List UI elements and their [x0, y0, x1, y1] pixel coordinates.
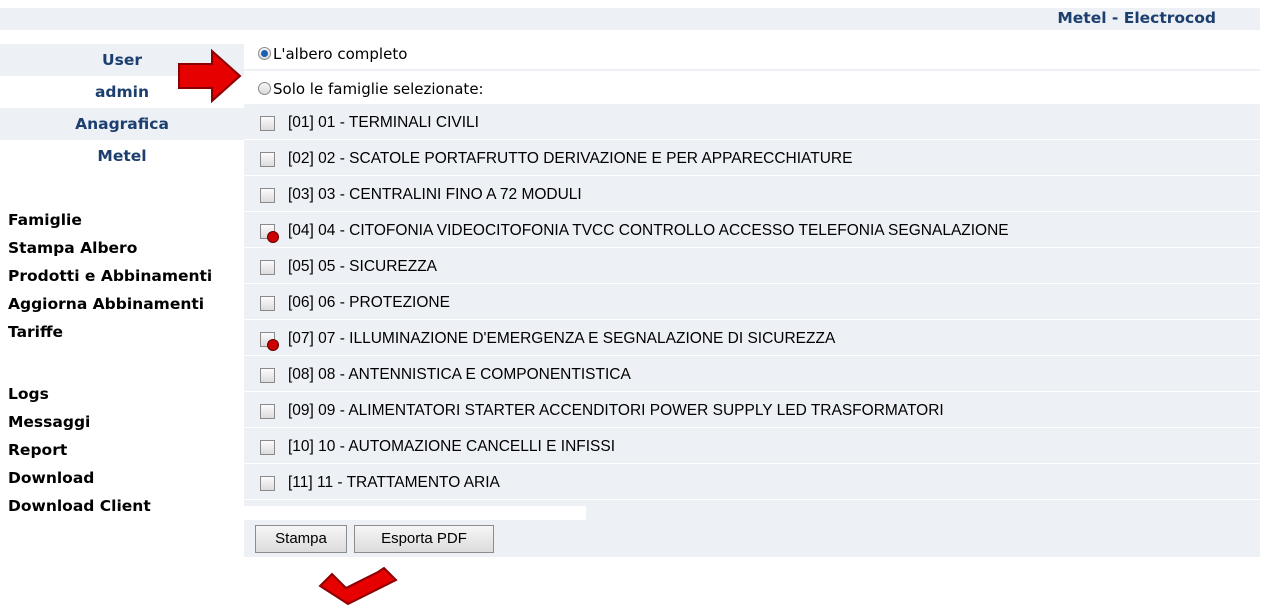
family-row[interactable]: [03] 03 - CENTRALINI FINO A 72 MODULI — [244, 178, 1260, 212]
sidebar-section-metel[interactable]: Metel — [0, 140, 244, 172]
option-full-tree-label: L'albero completo — [273, 45, 408, 63]
family-checkbox[interactable] — [260, 368, 275, 383]
option-full-tree[interactable]: L'albero completo — [244, 36, 1260, 70]
family-label: [01] 01 - TERMINALI CIVILI — [288, 114, 479, 131]
sidebar-section-anagrafica[interactable]: Anagrafica — [0, 108, 244, 140]
family-checkbox[interactable] — [260, 152, 275, 167]
family-label: [06] 06 - PROTEZIONE — [288, 294, 450, 311]
spacer — [244, 506, 586, 520]
sidebar-item-download-client[interactable]: Download Client — [0, 492, 244, 520]
sidebar-item-logs[interactable]: Logs — [0, 380, 244, 408]
sidebar-item-download[interactable]: Download — [0, 464, 244, 492]
family-checkbox[interactable] — [260, 476, 275, 491]
family-checkbox[interactable] — [260, 260, 275, 275]
radio-selected-only[interactable] — [258, 82, 271, 95]
option-selected-only-label: Solo le famiglie selezionate: — [273, 80, 484, 98]
family-row[interactable]: [06] 06 - PROTEZIONE — [244, 286, 1260, 320]
family-label: [04] 04 - CITOFONIA VIDEOCITOFONIA TVCC … — [288, 222, 1009, 239]
app-title: Metel - Electrocod — [1057, 9, 1216, 27]
family-label: [08] 08 - ANTENNISTICA E COMPONENTISTICA — [288, 366, 631, 383]
family-row[interactable]: [07] 07 - ILLUMINAZIONE D'EMERGENZA E SE… — [244, 322, 1260, 356]
family-row[interactable]: [05] 05 - SICUREZZA — [244, 250, 1260, 284]
family-checkbox[interactable] — [260, 224, 279, 243]
top-bar: Metel - Electrocod — [0, 0, 1276, 36]
family-label: [07] 07 - ILLUMINAZIONE D'EMERGENZA E SE… — [288, 330, 836, 347]
family-checkbox[interactable] — [260, 332, 279, 351]
family-checkbox[interactable] — [260, 404, 275, 419]
sidebar-item-aggiorna-abbinamenti[interactable]: Aggiorna Abbinamenti — [0, 290, 244, 318]
family-row[interactable]: [08] 08 - ANTENNISTICA E COMPONENTISTICA — [244, 358, 1260, 392]
annotation-arrow-right-icon — [178, 48, 242, 104]
family-row[interactable]: [11] 11 - TRATTAMENTO ARIA — [244, 466, 1260, 500]
family-checkbox[interactable] — [260, 296, 275, 311]
family-checkbox[interactable] — [260, 116, 275, 131]
sidebar-item-report[interactable]: Report — [0, 436, 244, 464]
export-pdf-button[interactable]: Esporta PDF — [354, 525, 494, 553]
sidebar: User admin Anagrafica Metel Famiglie Sta… — [0, 44, 244, 524]
family-label: [03] 03 - CENTRALINI FINO A 72 MODULI — [288, 186, 582, 203]
sidebar-item-stampa-albero[interactable]: Stampa Albero — [0, 234, 244, 262]
family-checkbox[interactable] — [260, 188, 275, 203]
family-label: [11] 11 - TRATTAMENTO ARIA — [288, 474, 500, 491]
family-checkbox[interactable] — [260, 440, 275, 455]
family-row[interactable]: [09] 09 - ALIMENTATORI STARTER ACCENDITO… — [244, 394, 1260, 428]
annotation-arrow-down-icon — [318, 566, 398, 606]
print-button[interactable]: Stampa — [255, 525, 347, 553]
family-label: [10] 10 - AUTOMAZIONE CANCELLI E INFISSI — [288, 438, 616, 455]
family-label: [02] 02 - SCATOLE PORTAFRUTTO DERIVAZION… — [288, 150, 853, 167]
sidebar-item-famiglie[interactable]: Famiglie — [0, 206, 244, 234]
family-label: [05] 05 - SICUREZZA — [288, 258, 438, 275]
family-row[interactable]: [04] 04 - CITOFONIA VIDEOCITOFONIA TVCC … — [244, 214, 1260, 248]
family-label: [09] 09 - ALIMENTATORI STARTER ACCENDITO… — [288, 402, 944, 419]
family-row[interactable]: [01] 01 - TERMINALI CIVILI — [244, 106, 1260, 140]
radio-full-tree[interactable] — [258, 47, 271, 60]
family-row[interactable]: [02] 02 - SCATOLE PORTAFRUTTO DERIVAZION… — [244, 142, 1260, 176]
sidebar-item-tariffe[interactable]: Tariffe — [0, 318, 244, 346]
sidebar-item-prodotti-abbinamenti[interactable]: Prodotti e Abbinamenti — [0, 262, 244, 290]
option-selected-only[interactable]: Solo le famiglie selezionate: — [244, 71, 1260, 105]
main-panel: L'albero completo Solo le famiglie selez… — [244, 36, 1260, 557]
family-row[interactable]: [10] 10 - AUTOMAZIONE CANCELLI E INFISSI — [244, 430, 1260, 464]
sidebar-item-messaggi[interactable]: Messaggi — [0, 408, 244, 436]
